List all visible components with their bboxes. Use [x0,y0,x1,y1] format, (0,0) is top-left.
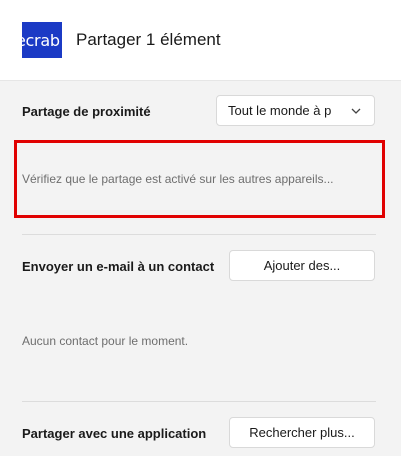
app-logo: ecrab [22,22,62,58]
section-divider [22,401,376,402]
nearby-sharing-select[interactable]: Tout le monde à p [216,95,375,126]
share-with-app-label: Partager avec une application [22,426,207,441]
highlight-box [14,140,385,218]
section-divider [22,234,376,235]
chevron-down-icon [351,108,361,114]
find-more-apps-button[interactable]: Rechercher plus... [229,417,375,448]
share-dialog-header: ecrab Partager 1 élément [0,0,401,80]
nearby-sharing-label: Partage de proximité [22,104,151,119]
dialog-title: Partager 1 élément [76,30,221,49]
email-contact-label: Envoyer un e-mail à un contact [22,259,215,274]
app-logo-text: ecrab [22,30,60,50]
nearby-sharing-select-value: Tout le monde à p [228,103,332,118]
no-contacts-text: Aucun contact pour le moment. [22,334,189,348]
add-contacts-button[interactable]: Ajouter des... [229,250,375,281]
